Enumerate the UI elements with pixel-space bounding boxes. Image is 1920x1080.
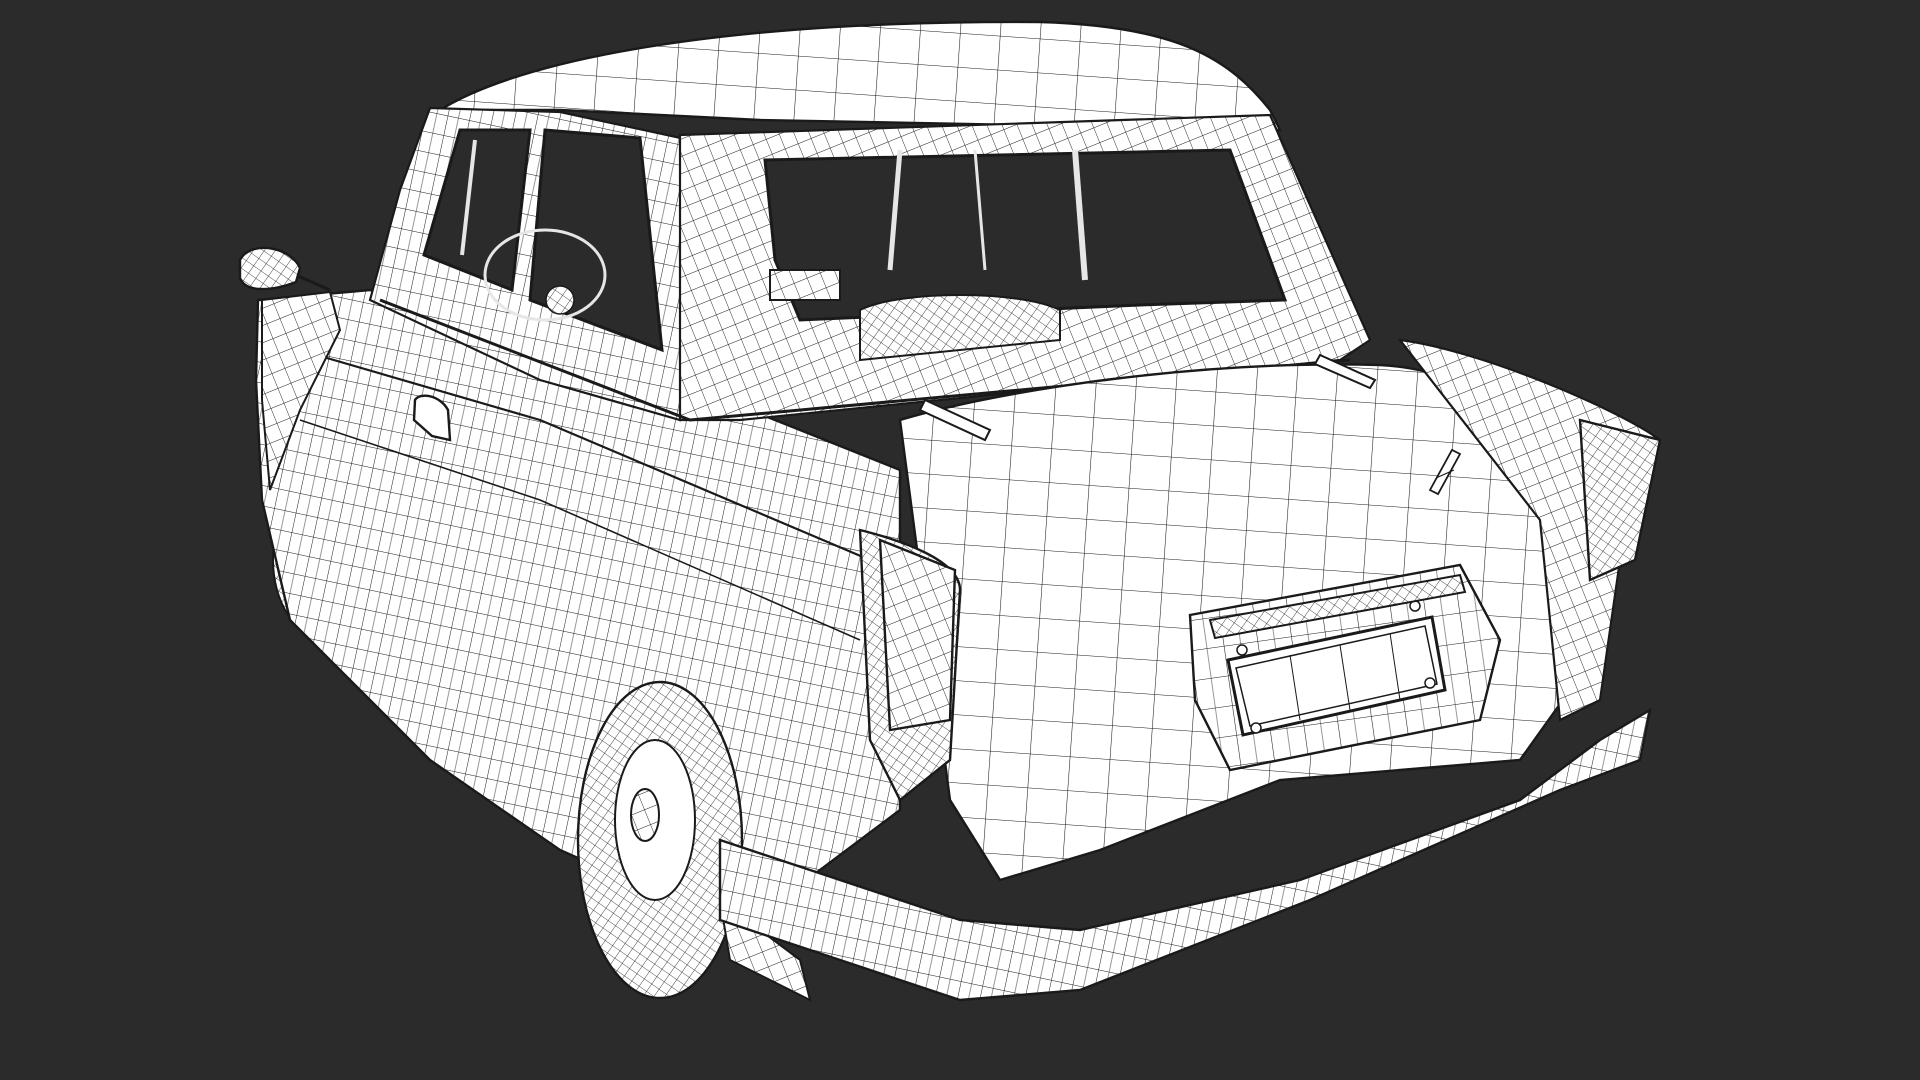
render-viewport	[0, 0, 1920, 1080]
tail-light-right	[1578, 418, 1662, 582]
tail-light-left	[878, 538, 957, 732]
rear-windshield	[763, 148, 1288, 322]
rear-wheel-near	[576, 680, 744, 1000]
side-mirror	[238, 246, 331, 292]
car-wireframe-render	[238, 20, 1662, 1002]
